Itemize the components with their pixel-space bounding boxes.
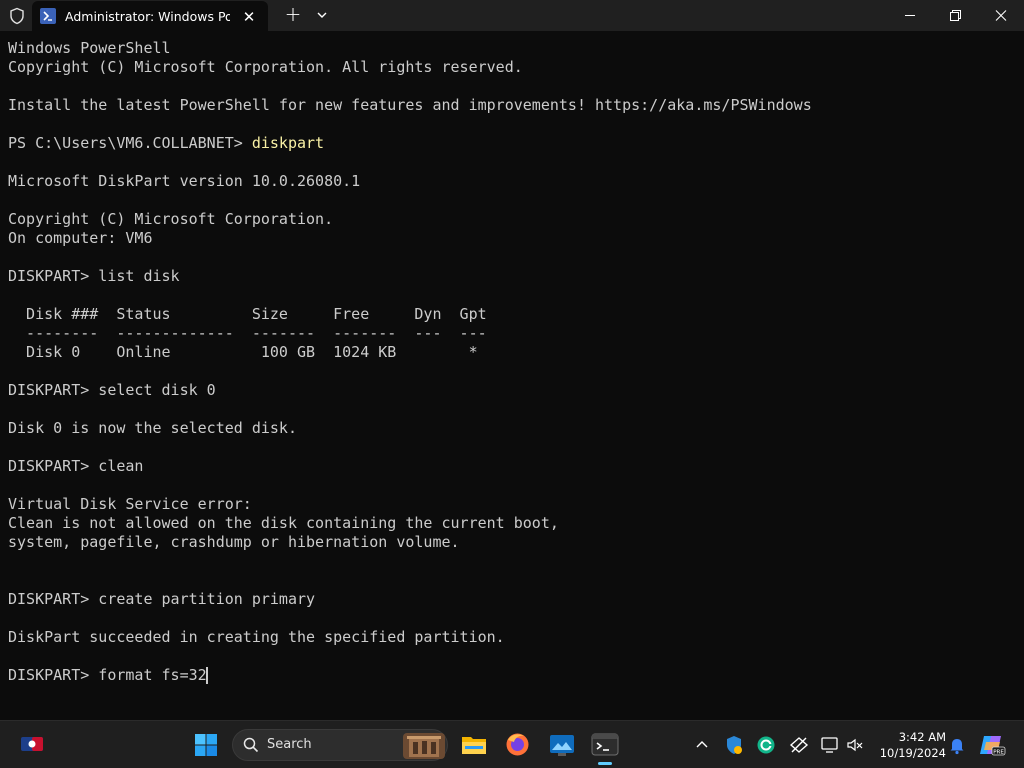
- terminal-line: Windows PowerShell: [8, 39, 171, 57]
- terminal-line: Copyright (C) Microsoft Corporation. All…: [8, 58, 523, 76]
- clock-time: 3:42 AM: [898, 730, 946, 744]
- close-icon: [995, 10, 1007, 21]
- terminal-line: DiskPart succeeded in creating the speci…: [8, 628, 505, 646]
- minimize-icon: [905, 15, 915, 16]
- photos-icon[interactable]: [549, 732, 575, 758]
- terminal-line: Copyright (C) Microsoft Corporation.: [8, 210, 334, 228]
- svg-text:PRE: PRE: [993, 749, 1004, 755]
- disk-table-row: Disk 0 Online 100 GB 1024 KB *: [8, 343, 478, 361]
- active-app-indicator: [598, 762, 612, 765]
- taskbar: Search 3:42 AM 10/19/2024 PRE: [0, 720, 1024, 768]
- terminal-line: system, pagefile, crashdump or hibernati…: [8, 533, 460, 551]
- search-icon: [243, 737, 259, 753]
- widgets-icon[interactable]: [20, 734, 44, 754]
- restore-icon: [950, 10, 961, 21]
- volume-icon[interactable]: [845, 735, 865, 755]
- terminal-line: Disk 0 is now the selected disk.: [8, 419, 297, 437]
- network-icon[interactable]: [789, 735, 809, 755]
- copilot-icon[interactable]: PRE: [978, 732, 1006, 758]
- file-explorer-icon[interactable]: [461, 733, 487, 757]
- disk-table-header: Disk ### Status Size Free Dyn Gpt: [8, 305, 487, 323]
- diskpart-command-line: DISKPART> create partition primary: [8, 590, 316, 608]
- close-button[interactable]: [978, 0, 1024, 31]
- search-input[interactable]: Search: [232, 729, 448, 761]
- tab-title: Administrator: Windows PowerShell: [65, 9, 230, 24]
- powershell-icon: [40, 8, 56, 24]
- restore-button[interactable]: [932, 0, 978, 31]
- chevron-up-icon[interactable]: [694, 737, 710, 753]
- terminal-line: Clean is not allowed on the disk contain…: [8, 514, 559, 532]
- minimize-button[interactable]: [887, 0, 933, 31]
- search-highlight-image: [403, 733, 445, 759]
- chevron-down-icon[interactable]: [311, 4, 333, 26]
- terminal-line: Virtual Disk Service error:: [8, 495, 252, 513]
- clock-date: 10/19/2024: [879, 746, 946, 760]
- disk-table-rule: -------- ------------- ------- ------- -…: [8, 324, 487, 342]
- tab-powershell[interactable]: Administrator: Windows PowerShell ✕: [32, 1, 268, 31]
- diskpart-command-line: DISKPART> select disk 0: [8, 381, 216, 399]
- notification-bell-icon[interactable]: [947, 735, 967, 755]
- new-tab-button[interactable]: +: [282, 4, 304, 26]
- diskpart-command-line: DISKPART> list disk: [8, 267, 180, 285]
- terminal-icon[interactable]: [591, 732, 619, 758]
- terminal-line: On computer: VM6: [8, 229, 153, 247]
- taskbar-clock[interactable]: 3:42 AM 10/19/2024: [872, 729, 946, 763]
- ps-command-text: diskpart: [251, 134, 325, 152]
- edge-icon[interactable]: [756, 735, 776, 755]
- diskpart-command-line: DISKPART> clean: [8, 457, 144, 475]
- terminal-line: Install the latest PowerShell for new fe…: [8, 96, 812, 114]
- windows-start-icon[interactable]: [194, 733, 218, 757]
- terminal-output-area[interactable]: Windows PowerShell Copyright (C) Microso…: [0, 31, 1024, 720]
- ps-prompt: PS C:\Users\VM6.COLLABNET>: [8, 134, 252, 152]
- admin-shield-icon: [10, 7, 24, 25]
- search-placeholder: Search: [267, 737, 312, 752]
- display-icon[interactable]: [820, 735, 840, 755]
- text-cursor: [206, 667, 208, 684]
- firefox-icon[interactable]: [505, 732, 530, 757]
- title-bar[interactable]: Administrator: Windows PowerShell ✕ +: [0, 0, 1024, 31]
- terminal-line: Microsoft DiskPart version 10.0.26080.1: [8, 172, 361, 190]
- security-shield-icon[interactable]: [725, 735, 743, 755]
- current-input-line[interactable]: DISKPART> format fs=32: [8, 666, 207, 685]
- tab-close-button[interactable]: ✕: [238, 6, 260, 28]
- terminal-line-ps-command: PS C:\Users\VM6.COLLABNET> diskpart: [8, 134, 324, 153]
